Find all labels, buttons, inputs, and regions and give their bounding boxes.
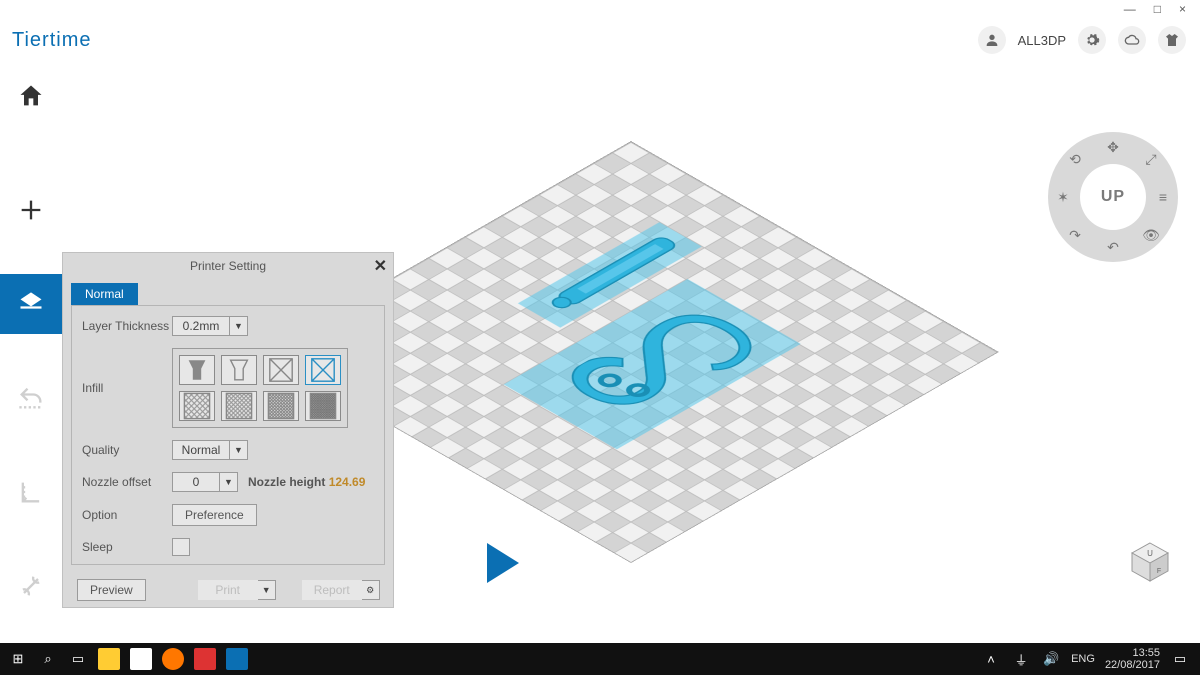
chevron-down-icon[interactable]: ▼: [230, 316, 248, 336]
menu-icon[interactable]: ≡: [1152, 186, 1174, 208]
tab-normal[interactable]: Normal: [71, 283, 138, 305]
fit-icon[interactable]: ✶: [1052, 186, 1074, 208]
preference-button[interactable]: Preference: [172, 504, 257, 526]
sidebar-tools[interactable]: [0, 556, 62, 616]
nozzle-height-label: Nozzle height: [248, 475, 325, 489]
task-view-icon[interactable]: ▭: [68, 649, 88, 669]
play-button[interactable]: [487, 543, 519, 583]
chevron-down-icon[interactable]: ▼: [230, 440, 248, 460]
label-option: Option: [82, 508, 172, 522]
close-icon[interactable]: ✕: [374, 256, 387, 276]
label-sleep: Sleep: [82, 540, 172, 554]
left-sidebar: [0, 60, 62, 640]
taskbar-app-red[interactable]: [194, 648, 216, 670]
user-label: ALL3DP: [1018, 33, 1066, 48]
cloud-icon[interactable]: [1118, 26, 1146, 54]
svg-text:U: U: [1147, 549, 1153, 558]
nav-wheel: UP ✥ ⤢ ≡ 👁 ↶ ↷ ✶ ⟲: [1048, 132, 1178, 262]
window-maximize[interactable]: □: [1154, 2, 1161, 18]
search-icon[interactable]: ⌕: [38, 649, 58, 669]
sidebar-add[interactable]: [0, 180, 62, 240]
infill-vase-solid[interactable]: [179, 355, 215, 385]
panel-title: Printer Setting ✕: [63, 253, 393, 279]
window-close[interactable]: ×: [1179, 2, 1186, 18]
svg-text:F: F: [1157, 568, 1161, 575]
sleep-checkbox[interactable]: [172, 538, 190, 556]
label-infill: Infill: [82, 381, 172, 395]
print-button[interactable]: Print ▼: [198, 580, 276, 600]
clock-time: 13:55: [1105, 647, 1160, 659]
nozzle-offset-select[interactable]: 0 ▼: [172, 472, 238, 492]
notifications-icon[interactable]: ▭: [1170, 649, 1190, 669]
chevron-down-icon[interactable]: ▼: [220, 472, 238, 492]
nav-hub[interactable]: UP: [1080, 164, 1146, 230]
shirt-icon[interactable]: [1158, 26, 1186, 54]
sidebar-undo[interactable]: [0, 368, 62, 428]
layer-thickness-select[interactable]: 0.2mm ▼: [172, 316, 374, 336]
clock-date: 22/08/2017: [1105, 659, 1160, 671]
undo-icon[interactable]: ↶: [1102, 236, 1124, 258]
volume-icon[interactable]: 🔊: [1041, 649, 1061, 669]
scale-icon[interactable]: ⤢: [1140, 148, 1162, 170]
redo-icon[interactable]: ↷: [1064, 224, 1086, 246]
label-quality: Quality: [82, 443, 172, 457]
orientation-cube[interactable]: UF: [1128, 539, 1172, 583]
taskbar-app-up[interactable]: [226, 648, 248, 670]
language-indicator[interactable]: ENG: [1071, 653, 1095, 665]
nozzle-offset-value: 0: [172, 472, 220, 492]
infill-grid-4[interactable]: [305, 391, 341, 421]
infill-grid-2[interactable]: [221, 391, 257, 421]
wifi-icon[interactable]: ⏚: [1011, 649, 1031, 669]
infill-cross[interactable]: [263, 355, 299, 385]
settings-gear-icon[interactable]: [1078, 26, 1106, 54]
app-header: Tiertime ALL3DP: [0, 20, 1200, 60]
infill-grid-3[interactable]: [263, 391, 299, 421]
infill-vase-hollow[interactable]: [221, 355, 257, 385]
panel-title-text: Printer Setting: [190, 259, 266, 273]
window-minimize[interactable]: —: [1124, 2, 1136, 18]
nozzle-height-value: 124.69: [329, 475, 366, 489]
infill-options: [172, 348, 348, 428]
printer-setting-panel: Printer Setting ✕ Normal Layer Thickness…: [62, 252, 394, 608]
quality-select[interactable]: Normal ▼: [172, 440, 374, 460]
sidebar-print[interactable]: [0, 274, 62, 334]
user-icon[interactable]: [978, 26, 1006, 54]
report-button[interactable]: Report ⚙: [302, 580, 380, 600]
infill-grid-1[interactable]: [179, 391, 215, 421]
windows-taskbar: ⊞ ⌕ ▭ ˄ ⏚ 🔊 ENG 13:55 22/08/2017 ▭: [0, 643, 1200, 675]
sidebar-home[interactable]: [0, 66, 62, 126]
taskbar-app-explorer[interactable]: [98, 648, 120, 670]
eye-icon[interactable]: 👁: [1140, 224, 1162, 246]
layer-thickness-value: 0.2mm: [172, 316, 230, 336]
preview-button[interactable]: Preview: [77, 579, 146, 601]
move-icon[interactable]: ✥: [1102, 136, 1124, 158]
brand-logo: Tiertime: [12, 29, 91, 52]
infill-cross-selected[interactable]: [305, 355, 341, 385]
label-layer-thickness: Layer Thickness: [82, 319, 172, 333]
clock[interactable]: 13:55 22/08/2017: [1105, 647, 1160, 671]
quality-value: Normal: [172, 440, 230, 460]
taskbar-app-firefox[interactable]: [162, 648, 184, 670]
rotate-icon[interactable]: ⟲: [1064, 148, 1086, 170]
gear-icon[interactable]: ⚙: [362, 580, 380, 600]
tray-chevron-icon[interactable]: ˄: [981, 649, 1001, 669]
taskbar-app-store[interactable]: [130, 648, 152, 670]
start-button[interactable]: ⊞: [8, 649, 28, 669]
label-nozzle-offset: Nozzle offset: [82, 475, 172, 489]
chevron-down-icon[interactable]: ▼: [258, 580, 276, 600]
sidebar-measure[interactable]: [0, 462, 62, 522]
